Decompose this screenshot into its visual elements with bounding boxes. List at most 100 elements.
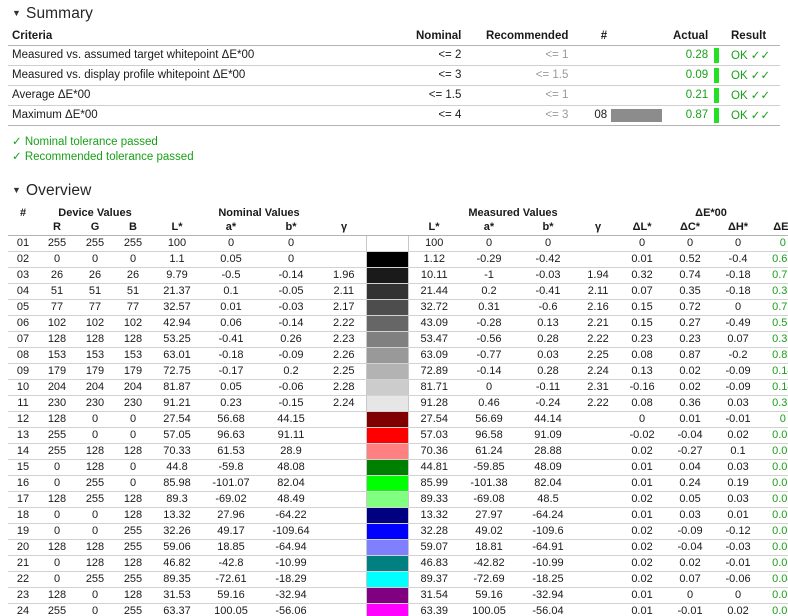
collapse-triangle-icon[interactable]: ▼ — [12, 8, 21, 18]
summary-criteria: Measured vs. assumed target whitepoint Δ… — [8, 45, 386, 66]
overview-cell-mb: 48.09 — [518, 459, 578, 476]
color-swatch — [366, 444, 408, 459]
table-row[interactable]: 22 0 255 255 89.35 -72.61 -18.29 89.37 -72.69 -18… — [8, 571, 788, 588]
overview-cell-mg: 2.11 — [578, 283, 619, 300]
table-row[interactable]: 19 0 0 255 32.26 49.17 -109.64 32.28 49.02 -109.6… — [8, 523, 788, 540]
overview-cell-nL: 9.79 — [152, 267, 202, 284]
overview-cell-dE: 0.14 — [762, 379, 788, 396]
overview-cell-ma: 61.24 — [460, 443, 518, 460]
report-page: ▼ Summary Criteria Nominal Recommended #… — [0, 0, 788, 616]
table-row[interactable]: 23 128 0 128 31.53 59.16 -32.94 31.54 59.16 -32.9… — [8, 587, 788, 604]
overview-cell-R: 0 — [38, 523, 76, 540]
table-row[interactable]: 13 255 0 0 57.05 96.63 91.11 57.03 96.58 91.09 -0.… — [8, 427, 788, 444]
overview-cell-R: 204 — [38, 379, 76, 396]
overview-cell-nL: 89.35 — [152, 571, 202, 588]
overview-cell-mL: 1.12 — [407, 251, 460, 268]
overview-cell-nL: 46.82 — [152, 555, 202, 572]
table-row[interactable]: 15 0 128 0 44.8 -59.8 48.08 44.81 -59.85 48.09 0.0… — [8, 459, 788, 476]
summary-actual: 0.21 — [661, 85, 713, 106]
overview-cell-dL: -0.16 — [618, 379, 667, 396]
overview-cell-dL: 0.02 — [618, 443, 667, 460]
overview-cell-dH: 0.02 — [714, 427, 763, 444]
overview-cell-dE: 0.58 — [762, 315, 788, 332]
summary-section-header[interactable]: ▼ Summary — [8, 0, 780, 27]
overview-cell-ma: 0 — [460, 379, 518, 396]
table-row[interactable]: 01 255 255 255 100 0 0 100 0 0 0 0 0 0 — [8, 235, 788, 252]
overview-cell-dH: 0.02 — [714, 603, 763, 616]
table-row[interactable]: 11 230 230 230 91.21 0.23 -0.15 2.24 91.28 0.46 -0… — [8, 395, 788, 412]
color-swatch — [366, 396, 408, 411]
table-row[interactable]: 07 128 128 128 53.25 -0.41 0.26 2.23 53.47 -0.56 0… — [8, 331, 788, 348]
table-row[interactable]: 09 179 179 179 72.75 -0.17 0.2 2.25 72.89 -0.14 0.… — [8, 363, 788, 380]
summary-bar-cell — [611, 85, 662, 106]
overview-column-header: R — [38, 220, 76, 236]
table-row[interactable]: 03 26 26 26 9.79 -0.5 -0.14 1.96 10.11 -1 -0.03 1.9… — [8, 267, 788, 284]
overview-cell-dH: 0.03 — [714, 459, 763, 476]
overview-cell-na: -59.8 — [202, 459, 260, 476]
table-row[interactable]: 17 128 255 128 89.3 -69.02 48.49 89.33 -69.08 48.… — [8, 491, 788, 508]
table-row[interactable]: 02 0 0 0 1.1 0.05 0 1.12 -0.29 -0.42 0.01 0.52 -0.4 0… — [8, 251, 788, 268]
overview-cell-dE: 0.04 — [762, 571, 788, 588]
overview-cell-dE: 0 — [762, 235, 788, 252]
overview-cell-R: 0 — [38, 507, 76, 524]
overview-cell-na: 59.16 — [202, 587, 260, 604]
overview-cell-mg — [578, 235, 619, 252]
table-row[interactable]: 05 77 77 77 32.57 0.01 -0.03 2.17 32.72 0.31 -0.6 2… — [8, 299, 788, 316]
overview-cell-G: 0 — [76, 603, 114, 616]
table-row[interactable]: 21 0 128 128 46.82 -42.8 -10.99 46.83 -42.82 -10.… — [8, 555, 788, 572]
overview-cell-ng — [322, 571, 366, 588]
table-row[interactable]: 14 255 128 128 70.33 61.53 28.9 70.36 61.24 28.88… — [8, 443, 788, 460]
overview-cell-dL: 0.01 — [618, 603, 667, 616]
color-swatch — [366, 284, 408, 299]
overview-cell-n: 09 — [8, 363, 38, 380]
color-swatch — [366, 508, 408, 523]
overview-cell-mg: 2.24 — [578, 363, 619, 380]
overview-cell-R: 128 — [38, 331, 76, 348]
overview-cell-ma: -69.08 — [460, 491, 518, 508]
overview-cell-dE: 0.72 — [762, 299, 788, 316]
table-row[interactable]: 06 102 102 102 42.94 0.06 -0.14 2.22 43.09 -0.28 0… — [8, 315, 788, 332]
overview-column-header: a* — [202, 220, 260, 236]
table-row[interactable]: 10 204 204 204 81.87 0.05 -0.06 2.28 81.71 0 -0.11… — [8, 379, 788, 396]
table-row[interactable]: 12 128 0 0 27.54 56.68 44.15 27.54 56.69 44.14 0 0.… — [8, 411, 788, 428]
summary-row: Measured vs. assumed target whitepoint Δ… — [8, 45, 780, 66]
overview-cell-mb: 0.28 — [518, 331, 578, 348]
color-swatch-cell — [365, 523, 409, 540]
overview-cell-nb: -0.09 — [260, 347, 322, 364]
overview-cell-ma: 18.81 — [460, 539, 518, 556]
overview-cell-mL: 91.28 — [407, 395, 460, 412]
table-row[interactable]: 18 0 0 128 13.32 27.96 -64.22 13.32 27.97 -64.24 0… — [8, 507, 788, 524]
overview-cell-mg: 2.22 — [578, 395, 619, 412]
overview-cell-mL: 85.99 — [407, 475, 460, 492]
recommended-tolerance-note: ✓ Recommended tolerance passed — [12, 151, 194, 163]
overview-cell-mL: 63.09 — [407, 347, 460, 364]
overview-cell-dE: 0.14 — [762, 363, 788, 380]
summary-row: Measured vs. display profile whitepoint … — [8, 65, 780, 86]
overview-group-header — [366, 206, 408, 220]
overview-cell-mg: 2.16 — [578, 299, 619, 316]
nominal-tolerance-note: ✓ Nominal tolerance passed — [12, 136, 158, 148]
overview-cell-nb: -0.14 — [260, 267, 322, 284]
overview-cell-dL: 0.01 — [618, 475, 667, 492]
overview-cell-R: 128 — [38, 587, 76, 604]
table-row[interactable]: 16 0 255 0 85.98 -101.07 82.04 85.99 -101.38 82.0… — [8, 475, 788, 492]
overview-cell-ma: 96.58 — [460, 427, 518, 444]
overview-cell-mb: -64.24 — [518, 507, 578, 524]
overview-cell-dH: -0.18 — [714, 267, 763, 284]
overview-cell-mb: 0 — [518, 235, 578, 252]
overview-cell-nb: -64.22 — [260, 507, 322, 524]
overview-cell-R: 255 — [38, 443, 76, 460]
table-row[interactable]: 24 255 0 255 63.37 100.05 -56.06 63.39 100.05 -56… — [8, 603, 788, 616]
table-row[interactable]: 20 128 128 255 59.06 18.85 -64.94 59.07 18.81 -64… — [8, 539, 788, 556]
overview-section-header[interactable]: ▼ Overview — [8, 177, 780, 204]
table-row[interactable]: 04 51 51 51 21.37 0.1 -0.05 2.11 21.44 0.2 -0.41 2.… — [8, 283, 788, 300]
overview-cell-dE: 0.01 — [762, 603, 788, 616]
overview-cell-dC: 0.07 — [666, 571, 715, 588]
overview-cell-dH: -0.49 — [714, 315, 763, 332]
overview-cell-na: 0.01 — [202, 299, 260, 316]
table-row[interactable]: 08 153 153 153 63.01 -0.18 -0.09 2.26 63.09 -0.77… — [8, 347, 788, 364]
color-swatch-cell — [365, 299, 409, 316]
overview-cell-dH: -0.2 — [714, 347, 763, 364]
collapse-triangle-icon-overview[interactable]: ▼ — [12, 185, 21, 195]
overview-cell-dC: -0.04 — [666, 539, 715, 556]
